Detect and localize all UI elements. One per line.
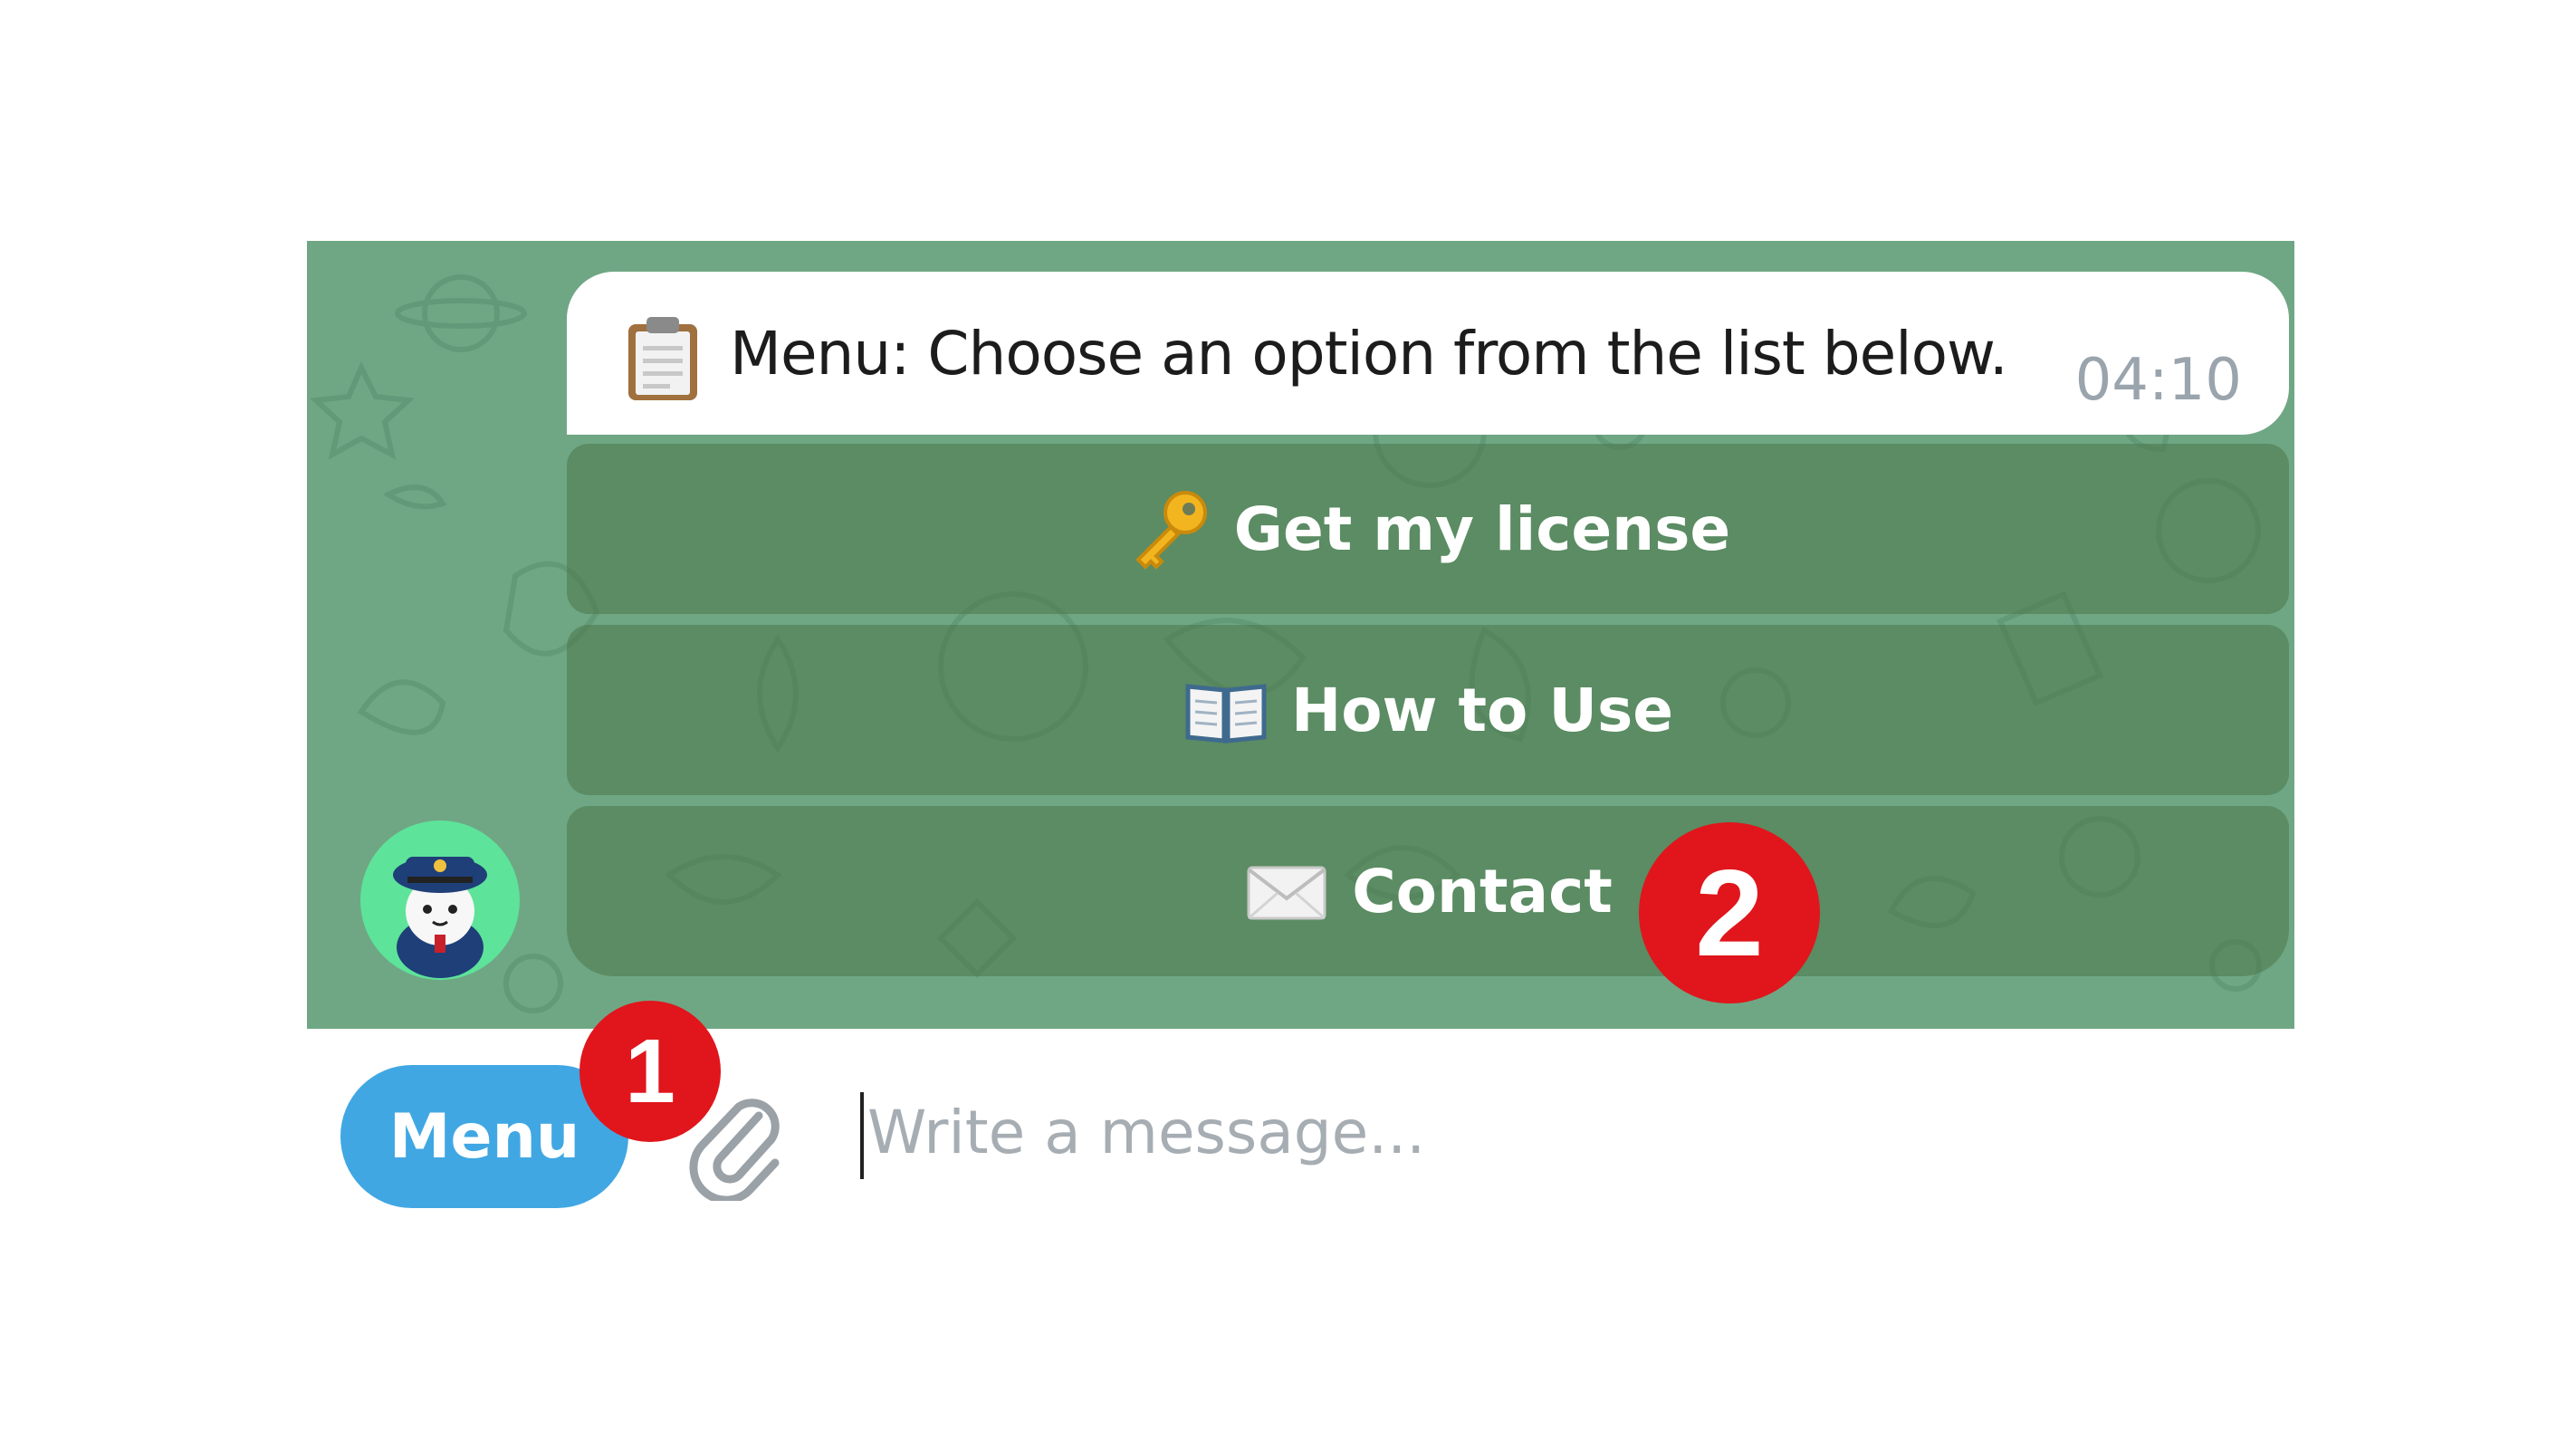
envelope-icon bbox=[1243, 848, 1330, 935]
text-caret bbox=[860, 1092, 864, 1179]
paperclip-icon[interactable] bbox=[681, 1083, 790, 1201]
get-license-button[interactable]: Get my license bbox=[567, 444, 2289, 614]
bot-avatar[interactable] bbox=[360, 820, 520, 980]
contact-button[interactable]: Contact bbox=[567, 806, 2289, 976]
contact-label: Contact bbox=[1352, 856, 1613, 926]
message-input[interactable] bbox=[867, 1078, 2226, 1186]
how-to-use-button[interactable]: How to Use bbox=[567, 625, 2289, 795]
message-bubble: Menu: Choose an option from the list bel… bbox=[567, 272, 2289, 435]
how-to-use-label: How to Use bbox=[1290, 675, 1674, 745]
message-time: 04:10 bbox=[2074, 347, 2242, 414]
book-icon bbox=[1183, 667, 1269, 753]
key-icon bbox=[1125, 485, 1212, 572]
get-license-label: Get my license bbox=[1233, 494, 1731, 564]
callout-badge-2: 2 bbox=[1639, 822, 1820, 1003]
clipboard-icon bbox=[625, 315, 701, 402]
message-text: Menu: Choose an option from the list bel… bbox=[730, 319, 2008, 389]
telegram-chat-screenshot: Menu: Choose an option from the list bel… bbox=[0, 0, 2576, 1449]
